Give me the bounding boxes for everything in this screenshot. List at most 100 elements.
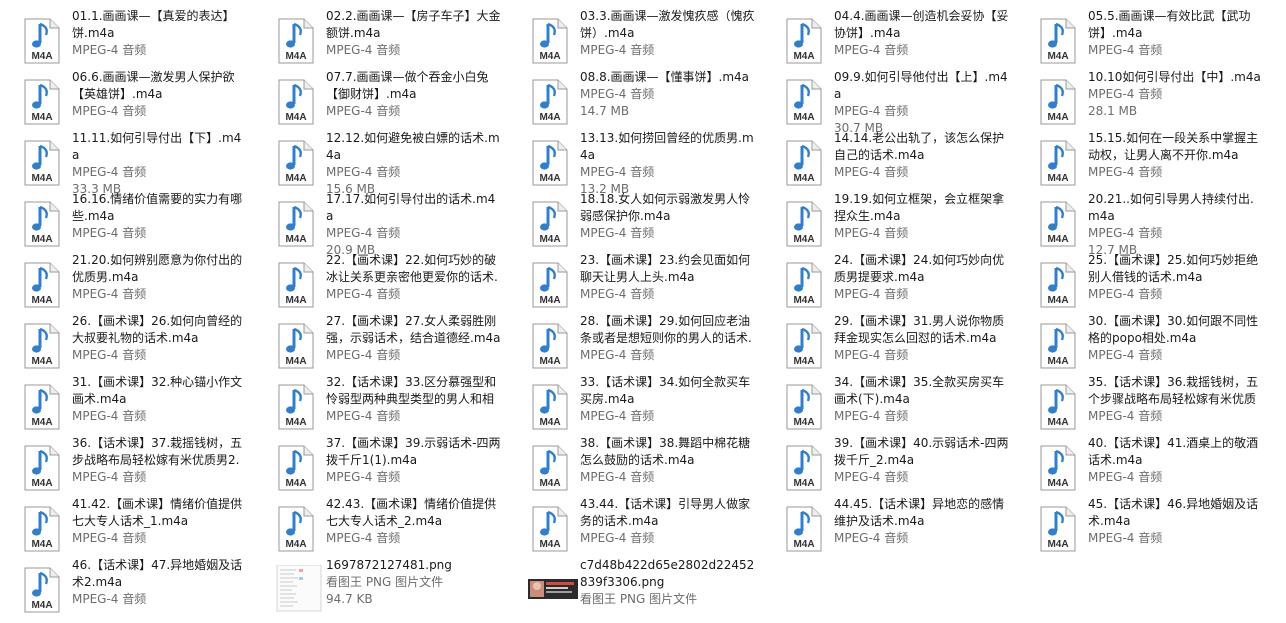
file-item[interactable]: M4A 16.16.情绪价值需要的实力有哪些.m4a MPEG-4 音频 <box>0 191 250 249</box>
file-item[interactable]: M4A 20.21..如何引导男人持续付出.m4a MPEG-4 音频 12.7 M… <box>1016 191 1266 257</box>
file-meta: 10.10如何引导付出【中】.m4a MPEG-4 音频 28.1 MB <box>1088 69 1264 120</box>
file-meta: 24.【画术课】24.如何巧妙向优质男提要求.m4a MPEG-4 音频 <box>834 252 1010 303</box>
file-type: MPEG-4 音频 <box>580 470 655 484</box>
file-item[interactable]: M4A 03.3.画画课—激发愧疚感（愧疚饼）.m4a MPEG-4 音频 <box>508 8 758 66</box>
file-item[interactable]: M4A 46.【话术课】47.异地婚姻及话术2.m4a MPEG-4 音频 <box>0 557 250 615</box>
m4a-file-icon: M4A <box>276 79 316 125</box>
file-item[interactable]: M4A 06.6.画画课—激发男人保护欲【英雄饼】.m4a MPEG-4 音频 <box>0 69 250 127</box>
file-name: 39.【画术课】40.示弱话术-四两拨千斤_2.m4a <box>834 436 1009 467</box>
file-meta: 11.11.如何引导付出【下】.m4a MPEG-4 音频 33.3 MB <box>72 130 248 198</box>
file-item[interactable]: M4A 29.【画术课】31.男人说你物质拜金现实怎么回怼的话术.m4a MPEG… <box>762 313 1012 371</box>
file-name: 21.20.如何辨别愿意为你付出的优质男.m4a <box>72 253 243 284</box>
file-item[interactable]: 1697872127481.png 看图王 PNG 图片文件 94.7 KB <box>254 557 504 615</box>
file-name: 19.19.如何立框架，会立框架拿捏众生.m4a <box>834 192 1005 223</box>
file-item[interactable]: M4A 25.【画术课】25.如何巧妙拒绝别人借钱的话术.m4a MPEG-4 音… <box>1016 252 1266 310</box>
file-type: MPEG-4 音频 <box>834 470 909 484</box>
file-item[interactable]: M4A 18.18.女人如何示弱激发男人怜弱感保护你.m4a MPEG-4 音频 <box>508 191 758 249</box>
svg-text:M4A: M4A <box>31 173 52 184</box>
file-name: 11.11.如何引导付出【下】.m4a <box>72 131 242 162</box>
file-name: 10.10如何引导付出【中】.m4a <box>1088 70 1261 84</box>
file-item[interactable]: M4A 17.17.如何引导付出的话术.m4a MPEG-4 音频 20.9 MB <box>254 191 504 257</box>
file-item[interactable]: M4A 30.【画术课】30.如何跟不同性格的popo相处.m4a MPEG-4 … <box>1016 313 1266 371</box>
file-meta: 41.42.【画术课】情绪价值提供七大专人话术_1.m4a MPEG-4 音频 <box>72 496 248 547</box>
m4a-file-icon: M4A <box>530 323 570 369</box>
file-item[interactable]: M4A 27.【画术课】27.女人柔弱胜刚强，示弱话术，结合道德经.m4a MPE… <box>254 313 504 371</box>
file-item[interactable]: M4A 14.14.老公出轨了，该怎么保护自己的话术.m4a MPEG-4 音频 <box>762 130 1012 188</box>
png-document-thumbnail-icon <box>274 564 324 613</box>
m4a-file-icon: M4A <box>22 384 62 430</box>
file-item[interactable]: M4A 40.【话术课】41.酒桌上的敬酒话术.m4a MPEG-4 音频 <box>1016 435 1266 493</box>
file-type: MPEG-4 音频 <box>580 531 655 545</box>
file-item[interactable]: M4A 11.11.如何引导付出【下】.m4a MPEG-4 音频 33.3 MB <box>0 130 250 196</box>
file-item[interactable]: M4A 13.13.如何捞回曾经的优质男.m4a MPEG-4 音频 13.2 MB <box>508 130 758 196</box>
file-type: MPEG-4 音频 <box>1088 531 1163 545</box>
file-item[interactable]: M4A 38.【画术课】38.舞蹈中棉花糖怎么鼓励的话术.m4a MPEG-4 音… <box>508 435 758 493</box>
file-meta: 18.18.女人如何示弱激发男人怜弱感保护你.m4a MPEG-4 音频 <box>580 191 756 242</box>
file-type: MPEG-4 音频 <box>326 226 401 240</box>
file-item[interactable]: M4A 01.1.画画课—【真爱的表达】饼.m4a MPEG-4 音频 <box>0 8 250 66</box>
file-item[interactable]: M4A 31.【画术课】32.种心锚小作文画术.m4a MPEG-4 音频 <box>0 374 250 432</box>
file-item[interactable]: M4A 36.【话术课】37.栽摇钱树，五步战略布局轻松嫁有米优质男2.m4a M… <box>0 435 250 493</box>
file-item[interactable]: M4A 21.20.如何辨别愿意为你付出的优质男.m4a MPEG-4 音频 <box>0 252 250 310</box>
file-item[interactable]: M4A 19.19.如何立框架，会立框架拿捏众生.m4a MPEG-4 音频 <box>762 191 1012 249</box>
m4a-file-icon: M4A <box>784 79 824 125</box>
file-item[interactable]: M4A 35.【话术课】36.栽摇钱树，五个步骤战略布局轻松嫁有米优质男1...… <box>1016 374 1266 432</box>
file-item[interactable]: M4A 41.42.【画术课】情绪价值提供七大专人话术_1.m4a MPEG-4 … <box>0 496 250 554</box>
file-item[interactable]: M4A 44.45.【话术课】异地恋的感情维护及话术.m4a MPEG-4 音频 <box>762 496 1012 554</box>
file-type: MPEG-4 音频 <box>72 348 147 362</box>
file-item[interactable]: M4A 42.43.【画术课】情绪价值提供七大专人话术_2.m4a MPEG-4 … <box>254 496 504 554</box>
file-name: 18.18.女人如何示弱激发男人怜弱感保护你.m4a <box>580 192 751 223</box>
file-item[interactable]: M4A 34.【画术课】35.全款买房买车画术(下).m4a MPEG-4 音频 <box>762 374 1012 432</box>
file-item[interactable]: M4A 24.【画术课】24.如何巧妙向优质男提要求.m4a MPEG-4 音频 <box>762 252 1012 310</box>
file-name: 13.13.如何捞回曾经的优质男.m4a <box>580 131 754 162</box>
file-item[interactable]: M4A 39.【画术课】40.示弱话术-四两拨千斤_2.m4a MPEG-4 音频 <box>762 435 1012 493</box>
file-item[interactable]: M4A 02.2.画画课—【房子车子】大金额饼.m4a MPEG-4 音频 <box>254 8 504 66</box>
file-item[interactable]: M4A 15.15.如何在一段关系中掌握主动权，让男人离不开你.m4a MPEG-… <box>1016 130 1266 188</box>
m4a-file-icon: M4A <box>530 384 570 430</box>
file-item[interactable]: M4A 07.7.画画课—做个吞金小白兔【御财饼】.m4a MPEG-4 音频 <box>254 69 504 127</box>
file-name: 34.【画术课】35.全款买房买车画术(下).m4a <box>834 375 1005 406</box>
file-meta: 32.【话术课】33.区分慕强型和怜弱型两种典型类型的男人和相处... MPEG-… <box>326 374 502 425</box>
file-name: 16.16.情绪价值需要的实力有哪些.m4a <box>72 192 243 223</box>
file-type: MPEG-4 音频 <box>834 348 909 362</box>
file-item[interactable]: M4A 04.4.画画课—创造机会妥协【妥协饼】.m4a MPEG-4 音频 <box>762 8 1012 66</box>
file-type: MPEG-4 音频 <box>326 43 401 57</box>
m4a-file-icon: M4A <box>22 201 62 247</box>
file-item[interactable]: M4A 05.5.画画课—有效比武【武功饼】.m4a MPEG-4 音频 <box>1016 8 1266 66</box>
file-type: MPEG-4 音频 <box>1088 87 1163 101</box>
file-meta: 38.【画术课】38.舞蹈中棉花糖怎么鼓励的话术.m4a MPEG-4 音频 <box>580 435 756 486</box>
m4a-file-icon: M4A <box>784 506 824 552</box>
file-item[interactable]: M4A 43.44.【话术课】引导男人做家务的话术.m4a MPEG-4 音频 <box>508 496 758 554</box>
file-type: MPEG-4 音频 <box>72 226 147 240</box>
svg-text:M4A: M4A <box>539 51 560 62</box>
file-meta: 33.【话术课】34.如何全款买车买房.m4a MPEG-4 音频 <box>580 374 756 425</box>
file-item[interactable]: c7d48b422d65e2802d22452839f3306.png 看图王 P… <box>508 557 758 615</box>
file-name: 42.43.【画术课】情绪价值提供七大专人话术_2.m4a <box>326 497 497 528</box>
file-meta: 43.44.【话术课】引导男人做家务的话术.m4a MPEG-4 音频 <box>580 496 756 547</box>
file-item[interactable]: M4A 10.10如何引导付出【中】.m4a MPEG-4 音频 28.1 MB <box>1016 69 1266 127</box>
svg-text:M4A: M4A <box>285 51 306 62</box>
svg-text:M4A: M4A <box>285 295 306 306</box>
file-item[interactable]: M4A 28.【画术课】29.如何回应老油条或者是想短则你的男人的话术.m4a M… <box>508 313 758 371</box>
file-meta: 12.12.如何避免被白嫖的话术.m4a MPEG-4 音频 15.6 MB <box>326 130 502 198</box>
file-size: 94.7 KB <box>326 592 373 606</box>
file-item[interactable]: M4A 12.12.如何避免被白嫖的话术.m4a MPEG-4 音频 15.6 MB <box>254 130 504 196</box>
file-item[interactable]: M4A 23.【画术课】23.约会见面如何聊天让男人上头.m4a MPEG-4 音… <box>508 252 758 310</box>
file-item[interactable]: M4A 32.【话术课】33.区分慕强型和怜弱型两种典型类型的男人和相处... M… <box>254 374 504 432</box>
file-size: 14.7 MB <box>580 104 630 118</box>
file-item[interactable]: M4A 37.【画术课】39.示弱话术-四两拨千斤1(1).m4a MPEG-4 … <box>254 435 504 493</box>
file-item[interactable]: M4A 33.【话术课】34.如何全款买车买房.m4a MPEG-4 音频 <box>508 374 758 432</box>
file-name: 31.【画术课】32.种心锚小作文画术.m4a <box>72 375 243 406</box>
file-item[interactable]: M4A 09.9.如何引导他付出【上】.m4a MPEG-4 音频 30.7 MB <box>762 69 1012 135</box>
m4a-file-icon: M4A <box>22 262 62 308</box>
file-item[interactable]: M4A 26.【画术课】26.如何向曾经的大叔要礼物的话术.m4a MPEG-4 … <box>0 313 250 371</box>
file-item[interactable]: M4A 22.【画术课】22.如何巧妙的破冰让关系更亲密他更爱你的话术.m4a M… <box>254 252 504 310</box>
file-item[interactable]: M4A 45.【话术课】46.异地婚姻及话术.m4a MPEG-4 音频 <box>1016 496 1266 554</box>
file-type: MPEG-4 音频 <box>326 165 401 179</box>
file-item[interactable]: M4A 08.8.画画课—【懂事饼】.m4a MPEG-4 音频 14.7 MB <box>508 69 758 127</box>
file-type: MPEG-4 音频 <box>580 287 655 301</box>
m4a-file-icon: M4A <box>530 140 570 186</box>
m4a-file-icon: M4A <box>1038 384 1078 430</box>
file-type: MPEG-4 音频 <box>1088 470 1163 484</box>
file-meta: 44.45.【话术课】异地恋的感情维护及话术.m4a MPEG-4 音频 <box>834 496 1010 547</box>
